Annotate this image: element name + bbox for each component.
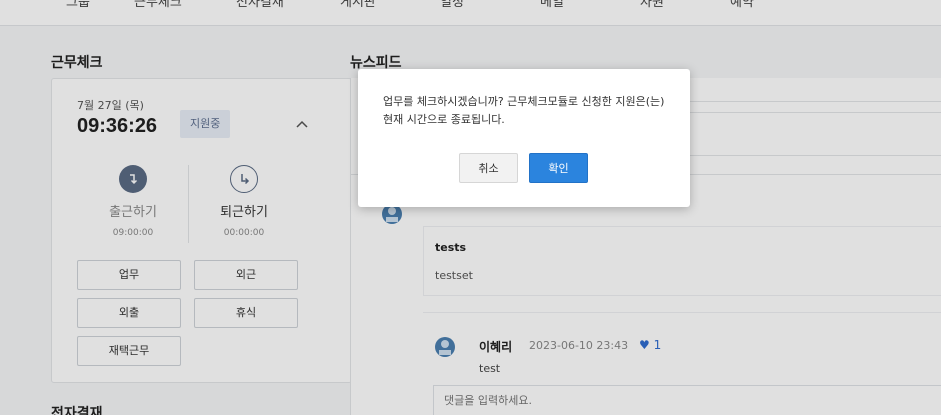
confirm-dialog: 업무를 체크하시겠습니까? 근무체크모듈로 신청한 지원은(는) 현재 시간으로… (358, 69, 690, 207)
modal-overlay (0, 0, 941, 415)
cancel-button[interactable]: 취소 (459, 153, 518, 183)
dialog-message: 업무를 체크하시겠습니까? 근무체크모듈로 신청한 지원은(는) 현재 시간으로… (383, 95, 665, 126)
confirm-button[interactable]: 확인 (529, 153, 588, 183)
